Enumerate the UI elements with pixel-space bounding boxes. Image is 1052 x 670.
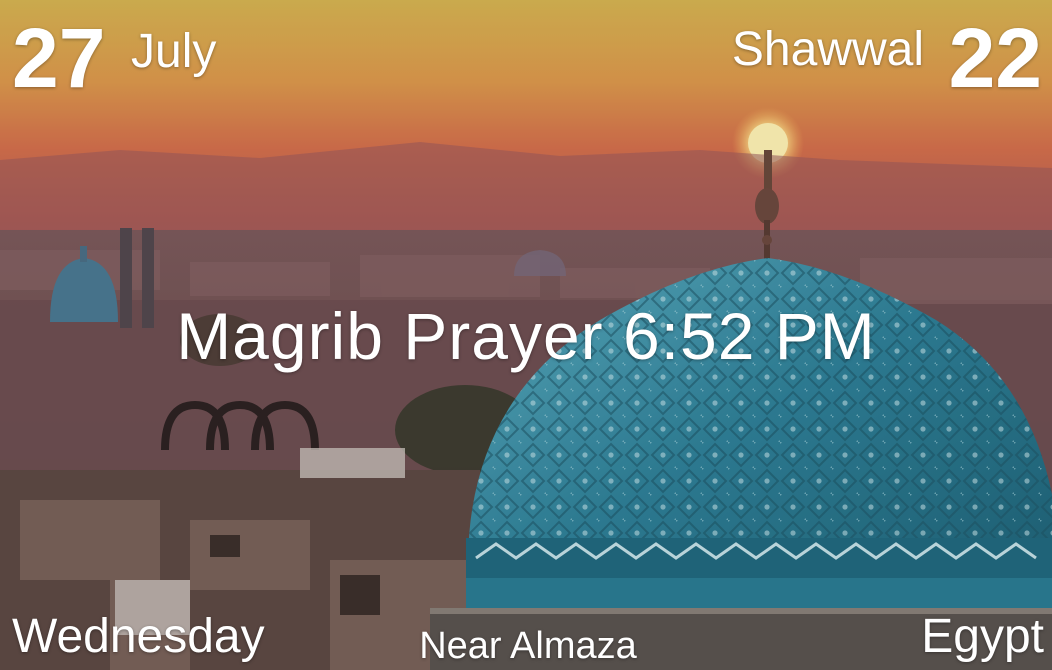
location-country: Egypt	[921, 610, 1044, 663]
gregorian-month: July	[131, 25, 217, 78]
location-area: Near Almaza	[419, 625, 637, 667]
hijri-month: Shawwal	[731, 23, 924, 76]
gregorian-day-number: 27	[12, 11, 106, 105]
hijri-day-number: 22	[948, 11, 1042, 105]
next-prayer-time: Magrib Prayer 6:52 PM	[176, 299, 876, 373]
